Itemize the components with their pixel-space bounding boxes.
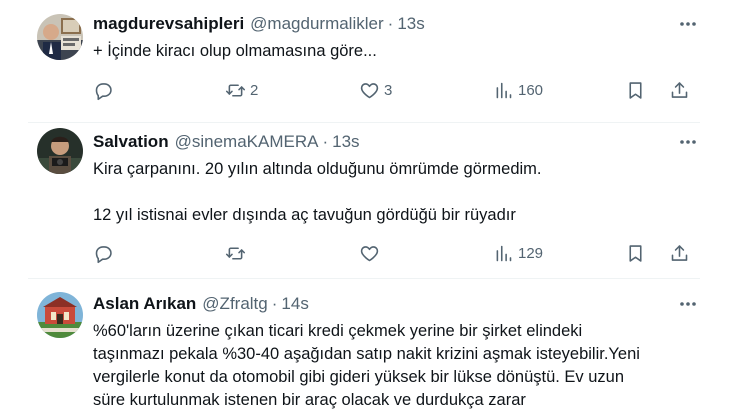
tweet-actions: 129 xyxy=(93,241,688,265)
timestamp[interactable]: 14s xyxy=(281,294,308,313)
bookmark-icon xyxy=(629,244,642,262)
views-button[interactable]: 129 xyxy=(493,241,543,265)
retweet-count: 2 xyxy=(250,81,259,99)
tweet-text-line: + İçinde kiracı olup olmamasına göre... xyxy=(93,42,377,60)
separator-dot: · xyxy=(387,14,394,33)
tweet-divider xyxy=(28,122,700,123)
views-chart-icon xyxy=(496,245,512,261)
share-icon xyxy=(671,244,688,261)
retweet-button[interactable] xyxy=(225,241,246,265)
more-dots-icon xyxy=(680,302,696,306)
user-handle[interactable]: @Zfraltg xyxy=(202,294,267,313)
tweet-1[interactable]: magdurevsahipleri @magdurmalikler · 13s + İ… xyxy=(0,0,700,124)
timestamp[interactable]: 13s xyxy=(332,132,359,151)
tweet-header: Salvation @sinemaKAMERA · 13s xyxy=(93,132,360,152)
tweet-text-line: taşınmazı pekala %30-40 aşağıdan satıp n… xyxy=(93,345,640,363)
tweet-text: + İçinde kiracı olup olmamasına göre... xyxy=(93,40,693,63)
share-button[interactable] xyxy=(669,241,690,265)
avatar-aslan-arikan[interactable] xyxy=(37,292,83,338)
reply-button[interactable] xyxy=(93,78,114,102)
tweet-text-line: Kira çarpanını. 20 yılın altında olduğun… xyxy=(93,160,542,178)
avatar-salvation[interactable] xyxy=(37,128,83,174)
views-button[interactable]: 160 xyxy=(493,78,543,102)
tweet-text-line: 12 yıl istisnai evler dışında aç tavuğun… xyxy=(93,206,516,224)
views-count: 129 xyxy=(518,244,544,262)
tweet-text-line: vergilerle konut da otomobil gibi gideri… xyxy=(93,368,625,386)
separator-dot: · xyxy=(271,294,278,313)
tweet-text-line: %60'ların üzerine çıkan ticari kredi çek… xyxy=(93,322,583,340)
tweet-divider xyxy=(28,278,700,279)
reply-icon xyxy=(95,82,112,100)
tweet-3[interactable]: Aslan Arıkan @Zfraltg · 14s %60'ların üzeri… xyxy=(0,280,700,420)
bookmark-button[interactable] xyxy=(625,241,646,265)
reply-icon xyxy=(95,245,112,263)
views-chart-icon xyxy=(496,82,512,98)
retweet-button[interactable]: 2 xyxy=(225,78,258,102)
tweet-header: magdurevsahipleri @magdurmalikler · 13s xyxy=(93,14,425,34)
heart-icon xyxy=(360,82,379,98)
more-dots-icon xyxy=(680,22,696,26)
tweet-header: Aslan Arıkan @Zfraltg · 14s xyxy=(93,294,309,314)
tweet-text: Kira çarpanını. 20 yılın altında olduğun… xyxy=(93,158,693,227)
bookmark-icon xyxy=(629,81,642,99)
user-handle[interactable]: @magdurmalikler xyxy=(250,14,383,33)
tweet-text-line: süre kurtulunmak istenen bir araç olacak… xyxy=(93,391,526,409)
views-count: 160 xyxy=(518,81,544,99)
retweet-icon xyxy=(225,246,246,260)
separator-dot: · xyxy=(322,132,329,151)
tweet-text: %60'ların üzerine çıkan ticari kredi çek… xyxy=(93,320,693,412)
share-icon xyxy=(671,81,688,98)
more-options-button[interactable] xyxy=(678,132,698,152)
more-options-button[interactable] xyxy=(678,14,698,34)
avatar-magdurevsahipleri[interactable] xyxy=(37,14,83,60)
more-options-button[interactable] xyxy=(678,294,698,314)
timestamp[interactable]: 13s xyxy=(397,14,424,33)
share-button[interactable] xyxy=(669,78,690,102)
like-button[interactable] xyxy=(359,241,380,265)
display-name[interactable]: Aslan Arıkan xyxy=(93,294,196,313)
tweet-actions: 2 3 160 xyxy=(93,78,688,102)
more-dots-icon xyxy=(680,140,696,144)
like-count: 3 xyxy=(384,81,393,99)
tweet-text-line xyxy=(93,181,693,204)
display-name[interactable]: magdurevsahipleri xyxy=(93,14,244,33)
tweet-2[interactable]: Salvation @sinemaKAMERA · 13s Kira çarpanın… xyxy=(0,124,700,278)
bookmark-button[interactable] xyxy=(625,78,646,102)
retweet-icon xyxy=(225,83,246,97)
display-name[interactable]: Salvation xyxy=(93,132,169,151)
user-handle[interactable]: @sinemaKAMERA xyxy=(175,132,319,151)
reply-button[interactable] xyxy=(93,241,114,265)
like-button[interactable]: 3 xyxy=(359,78,392,102)
heart-icon xyxy=(360,245,379,261)
tweet-feed: magdurevsahipleri @magdurmalikler · 13s + İ… xyxy=(0,0,730,420)
